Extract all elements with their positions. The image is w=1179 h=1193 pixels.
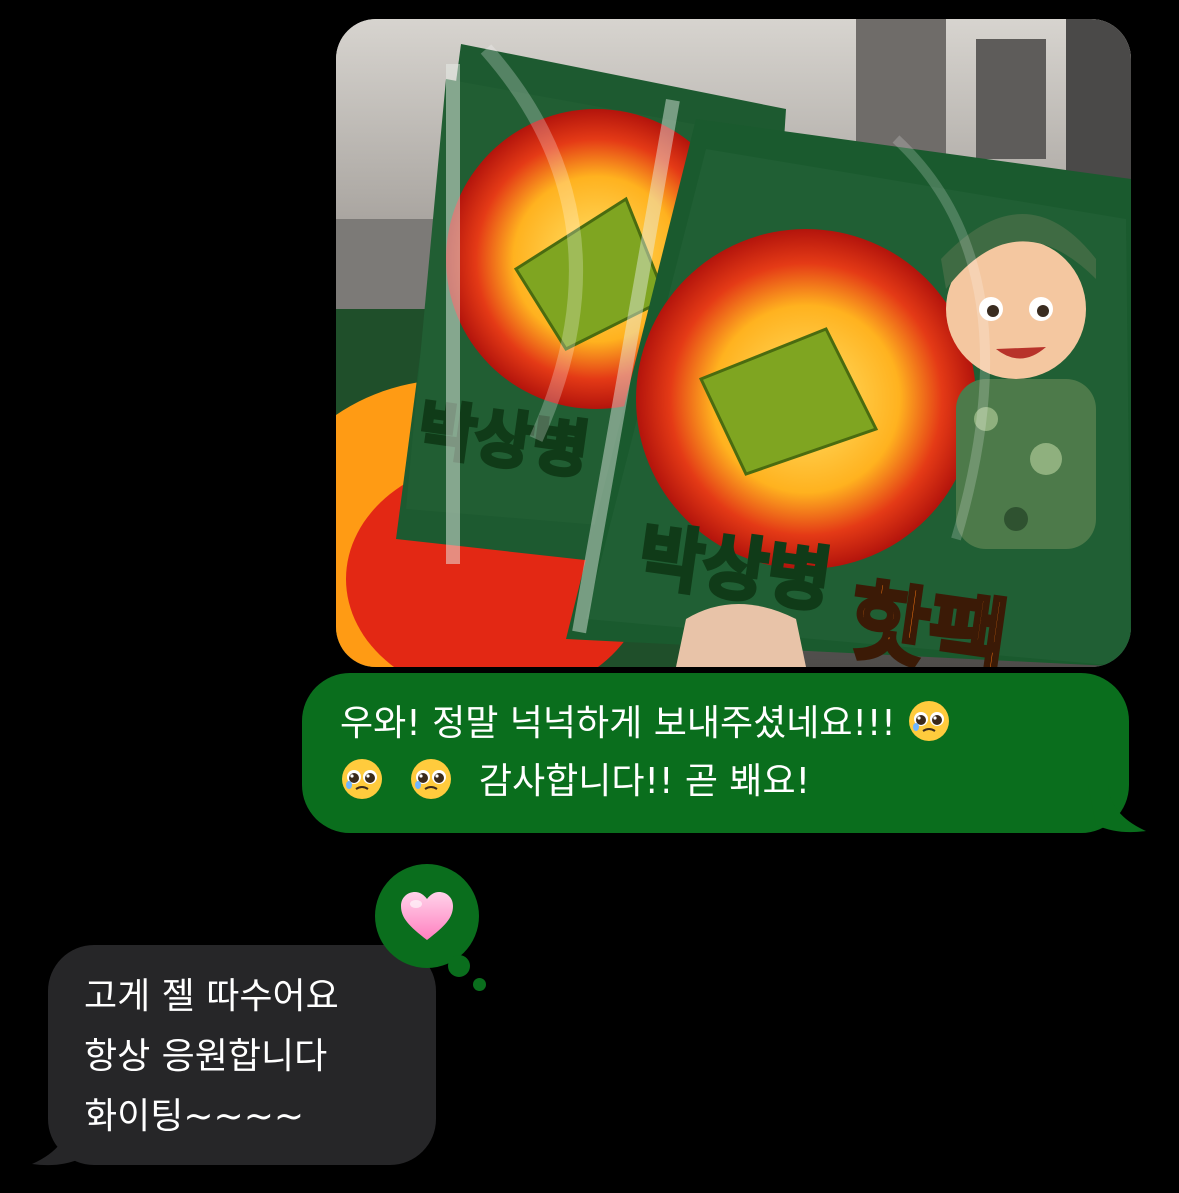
heart-icon [401,892,453,940]
incoming-bubble-tail [32,1118,90,1166]
hand-warmer-photo: 박상병 박상병 핫팩 [336,19,1131,667]
photo-attachment[interactable]: 박상병 박상병 핫팩 [336,19,1131,667]
outgoing-message-bubble[interactable]: 우와! 정말 넉넉하게 보내주셨네요!!! 감사합니다!! 곧 봬요! [302,673,1129,833]
incoming-message-bubble[interactable]: 고게 젤 따수어요 항상 응원합니다 화이팅~~~~ [48,945,436,1165]
incoming-message-line2: 항상 응원합니다 [84,1036,328,1077]
incoming-message-line3: 화이팅~~~~ [84,1096,305,1137]
tapback-tail-dot [448,955,470,977]
pleading-face-icon [342,759,382,799]
pleading-face-icon [411,759,452,799]
incoming-message-line1: 고게 젤 따수어요 [84,976,339,1017]
tapback-reaction[interactable] [375,864,479,968]
outgoing-message-line2: 감사합니다!! 곧 봬요! [478,761,811,802]
outgoing-message-line1: 우와! 정말 넉넉하게 보내주셨네요!!! [340,703,896,744]
outgoing-bubble-tail [1088,785,1146,833]
pleading-face-icon [909,701,950,741]
tapback-tail-dot [473,978,486,991]
